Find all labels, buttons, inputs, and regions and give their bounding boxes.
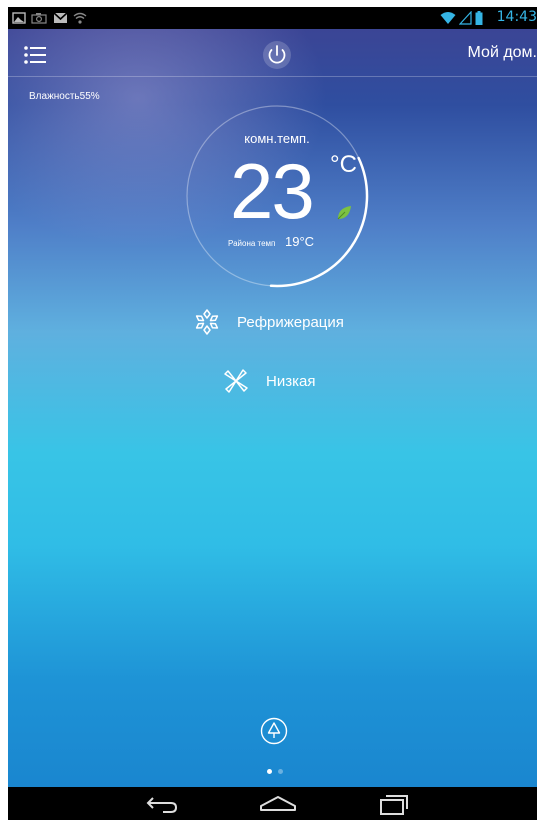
- mode-selector[interactable]: Рефрижерация: [194, 309, 344, 335]
- battery-icon: [475, 11, 483, 25]
- page-dot-active[interactable]: [267, 769, 272, 774]
- app-main: Мой дом. Влажность55% комн.темп. 23 °C Р…: [8, 29, 537, 787]
- page-dot[interactable]: [278, 769, 283, 774]
- power-icon[interactable]: [262, 40, 292, 70]
- leaf-icon: [337, 206, 351, 220]
- fan-icon: [224, 369, 248, 393]
- outdoor-temp-label: Района темп: [228, 239, 276, 248]
- outdoor-temp-value: 19°C: [285, 234, 315, 249]
- navigation-bar: [8, 787, 537, 820]
- humidity-readout: Влажность55%: [29, 91, 100, 102]
- status-clock: 14:43: [496, 9, 537, 25]
- cell-signal-icon: [459, 11, 472, 25]
- picture-notification-icon: [12, 12, 26, 24]
- device-screen: 14:43 Мой дом. Влажность55% комн.темп. 2…: [8, 7, 537, 820]
- tree-icon[interactable]: [260, 717, 288, 745]
- temperature-dial[interactable]: комн.темп. 23 °C Района темп 19°C: [180, 99, 374, 293]
- list-menu-icon[interactable]: [24, 45, 46, 65]
- page-indicator: [267, 769, 283, 774]
- camera-notification-icon: [31, 13, 47, 24]
- wifi-notification-icon: [73, 12, 87, 24]
- fan-speed-label: Низкая: [266, 372, 316, 390]
- wifi-signal-icon: [440, 12, 456, 24]
- recents-icon[interactable]: [376, 791, 410, 816]
- back-icon[interactable]: [145, 791, 179, 816]
- status-bar: 14:43: [8, 7, 537, 29]
- temperature-unit: °C: [330, 151, 357, 178]
- fan-speed-selector[interactable]: Низкая: [223, 368, 315, 394]
- gmail-notification-icon: [53, 12, 68, 23]
- home-icon[interactable]: [259, 791, 297, 816]
- mode-label: Рефрижерация: [237, 313, 344, 331]
- header-divider: [8, 76, 537, 77]
- home-title[interactable]: Мой дом.: [468, 44, 537, 62]
- temperature-value: 23: [230, 147, 315, 235]
- snowflake-icon: [195, 309, 219, 335]
